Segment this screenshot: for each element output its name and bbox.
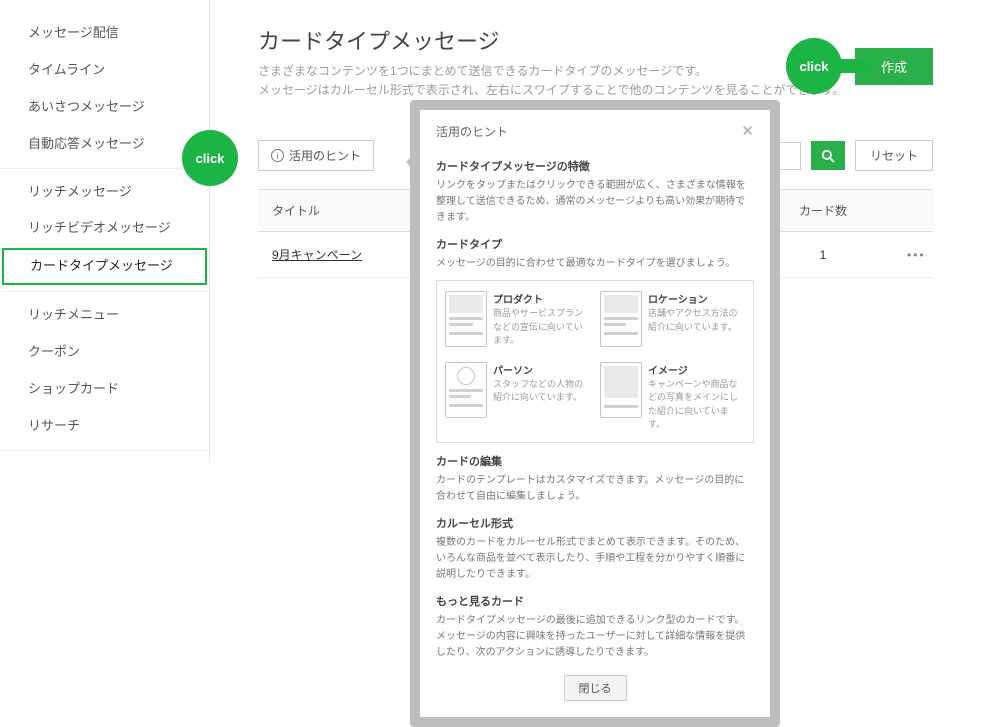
- modal-section-head: カードタイプメッセージの特徴: [436, 158, 754, 174]
- hint-button-label: 活用のヒント: [289, 147, 361, 164]
- page-desc-line1: さまざまなコンテンツを1つにまとめて送信できるカードタイプのメッセージです。: [258, 64, 707, 78]
- hint-button[interactable]: i 活用のヒント: [258, 140, 374, 171]
- sidebar-item-rich-menu[interactable]: リッチメニュー: [0, 297, 209, 334]
- modal-close-footer-button[interactable]: 閉じる: [564, 675, 627, 701]
- click-label: click: [196, 151, 225, 166]
- modal-section-body: メッセージの目的に合わせて最適なカードタイプを選びましょう。: [436, 256, 754, 272]
- search-button[interactable]: [811, 141, 845, 170]
- modal-section-head: カードタイプ: [436, 236, 754, 252]
- card-type-grid: プロダクト商品やサービスプランなどの宣伝に向いています。 ロケーション店舗やアク…: [436, 280, 754, 443]
- image-thumb-icon: [600, 362, 642, 418]
- card-desc: キャンペーンや商品などの写真をメインにした紹介に向いています。: [648, 378, 745, 432]
- sidebar-item-message-broadcast[interactable]: メッセージ配信: [0, 15, 209, 52]
- location-thumb-icon: [600, 291, 642, 347]
- card-type-location[interactable]: ロケーション店舗やアクセス方法の紹介に向いています。: [598, 287, 747, 352]
- card-name: プロダクト: [493, 291, 590, 306]
- sidebar-item-shop-card[interactable]: ショップカード: [0, 371, 209, 408]
- sidebar-item-coupon[interactable]: クーポン: [0, 334, 209, 371]
- click-annotation-create: click: [786, 38, 842, 94]
- sidebar-item-greeting[interactable]: あいさつメッセージ: [0, 89, 209, 126]
- modal-section-body: カードタイプメッセージの最後に追加できるリンク型のカードです。メッセージの内容に…: [436, 613, 754, 661]
- search-icon: [821, 149, 835, 163]
- sidebar-item-card-type[interactable]: カードタイプメッセージ: [2, 248, 207, 285]
- info-icon: i: [271, 149, 284, 162]
- modal-section-head: カードの編集: [436, 453, 754, 469]
- card-desc: 商品やサービスプランなどの宣伝に向いています。: [493, 307, 590, 348]
- card-name: ロケーション: [648, 291, 745, 306]
- page-desc-line2: メッセージはカルーセル形式で表示され、左右にスワイプすることで他のコンテンツを見…: [258, 83, 844, 97]
- card-type-image[interactable]: イメージキャンペーンや商品などの写真をメインにした紹介に向いています。: [598, 358, 747, 436]
- sidebar: メッセージ配信 タイムライン あいさつメッセージ 自動応答メッセージ リッチメッ…: [0, 0, 210, 461]
- modal-close-button[interactable]: ✕: [741, 122, 754, 140]
- modal-section-head: もっと見るカード: [436, 593, 754, 609]
- modal-section-body: リンクをタップまたはクリックできる範囲が広く、さまざまな情報を整理して送信できる…: [436, 178, 754, 226]
- hint-modal: 活用のヒント ✕ カードタイプメッセージの特徴 リンクをタップまたはクリックでき…: [410, 100, 780, 727]
- row-title-link[interactable]: 9月キャンペーン: [272, 248, 362, 262]
- card-name: パーソン: [493, 362, 590, 377]
- card-desc: スタッフなどの人物の紹介に向いています。: [493, 378, 590, 405]
- sidebar-item-auto-reply[interactable]: 自動応答メッセージ: [0, 126, 209, 163]
- click-annotation-sidebar: click: [182, 130, 238, 186]
- card-desc: 店舗やアクセス方法の紹介に向いています。: [648, 307, 745, 334]
- sidebar-item-timeline[interactable]: タイムライン: [0, 52, 209, 89]
- modal-section-head: カルーセル形式: [436, 515, 754, 531]
- card-type-person[interactable]: パーソンスタッフなどの人物の紹介に向いています。: [443, 358, 592, 436]
- row-menu-button[interactable]: •••: [893, 234, 933, 276]
- card-name: イメージ: [648, 362, 745, 377]
- modal-section-body: カードのテンプレートはカスタマイズできます。メッセージの目的に合わせて自由に編集…: [436, 473, 754, 505]
- sidebar-item-rich-video[interactable]: リッチビデオメッセージ: [0, 210, 209, 247]
- sidebar-item-research[interactable]: リサーチ: [0, 408, 209, 445]
- modal-title: 活用のヒント: [436, 123, 508, 140]
- modal-section-body: 複数のカードをカルーセル形式でまとめて表示できます。そのため、いろんな商品を並べ…: [436, 535, 754, 583]
- sidebar-item-rich-message[interactable]: リッチメッセージ: [0, 174, 209, 211]
- click-label: click: [800, 59, 829, 74]
- card-type-product[interactable]: プロダクト商品やサービスプランなどの宣伝に向いています。: [443, 287, 592, 352]
- reset-button[interactable]: リセット: [855, 140, 933, 171]
- product-thumb-icon: [445, 291, 487, 347]
- person-thumb-icon: [445, 362, 487, 418]
